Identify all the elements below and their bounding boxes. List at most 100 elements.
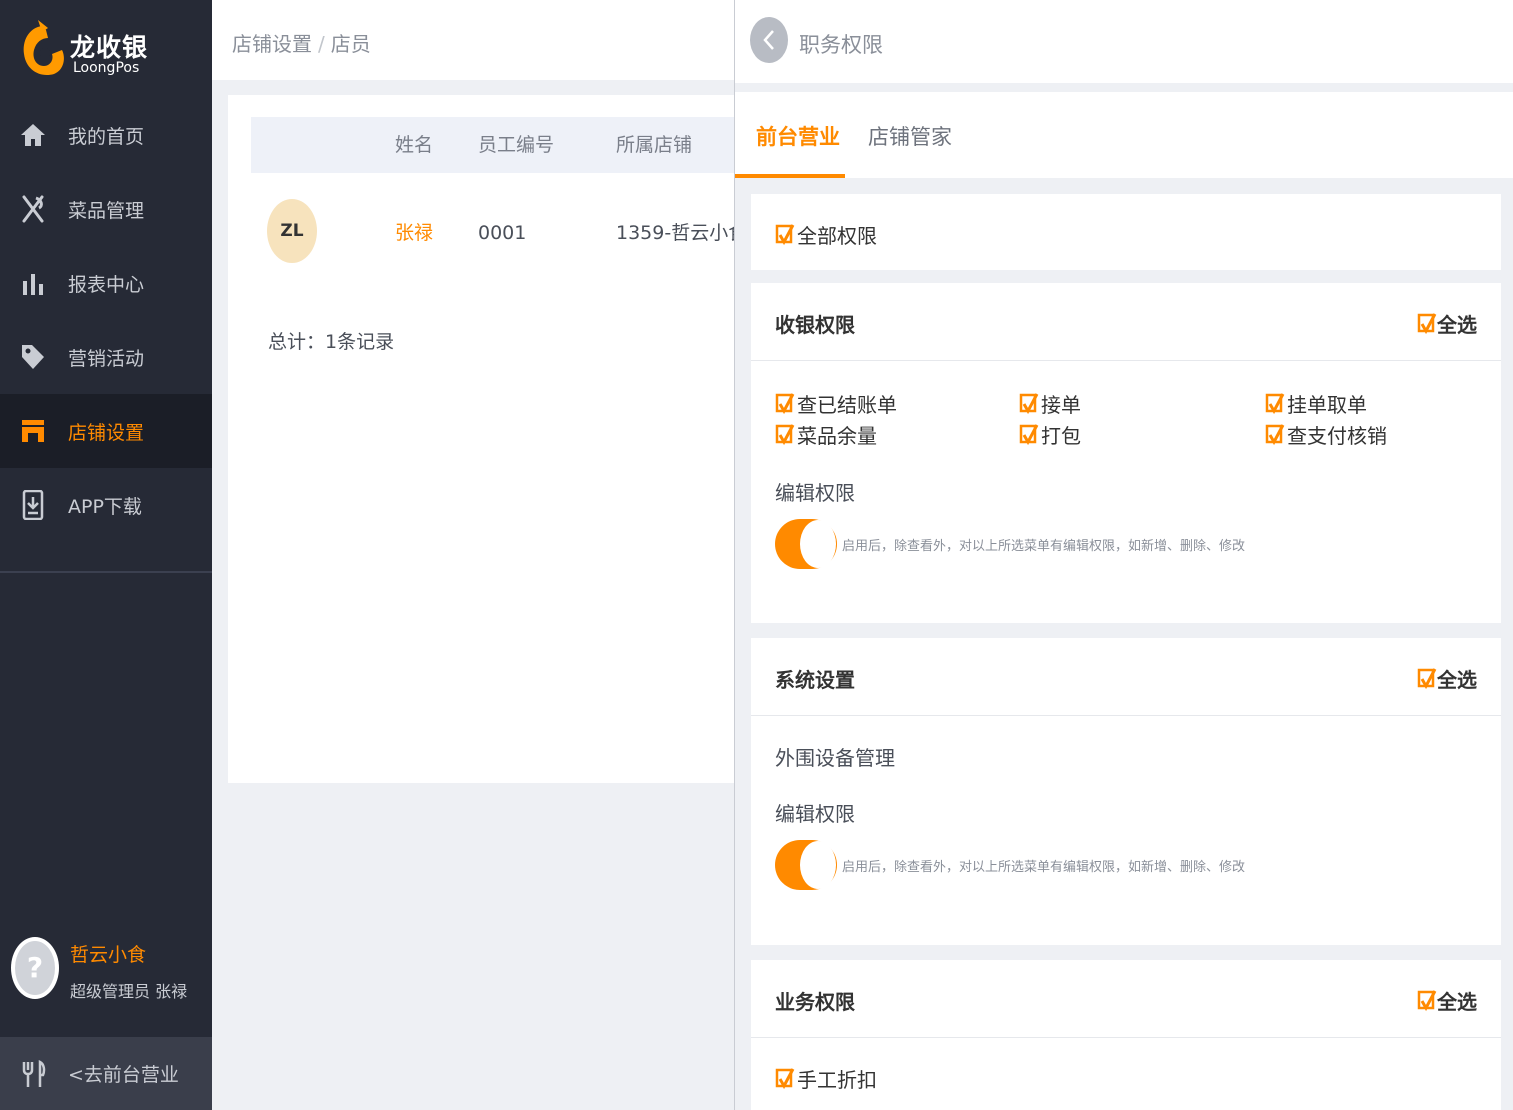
sidebar-item-app-download[interactable]: APP下载 [0,468,212,542]
edit-permission-toggle[interactable] [775,519,837,569]
all-permissions-checkbox[interactable]: 全部权限 [775,220,877,249]
panel-title: 职务权限 [799,33,883,57]
column-header-name: 姓名 [395,134,434,156]
permission-checkbox[interactable]: 打包 [1019,420,1081,449]
edit-permission-hint: 启用后，除查看外，对以上所选菜单有编辑权限，如新增、删除、修改 [842,539,1246,554]
sidebar-item-label: 我的首页 [68,125,145,148]
checkbox-checked-icon [1019,392,1039,414]
select-all-checkbox[interactable]: 全选 [1417,664,1477,693]
checkbox-checked-icon [775,1067,795,1089]
checkbox-checked-icon [775,423,795,445]
select-all-checkbox[interactable]: 全选 [1417,309,1477,338]
active-tab-indicator [735,174,845,178]
dragon-logo-icon [23,20,64,76]
section-title: 收银权限 [775,313,855,337]
brand-name-en: LoongPos [73,60,140,76]
sidebar-item-label: 店铺设置 [68,421,145,444]
sidebar-item-dishes[interactable]: 菜品管理 [0,172,212,246]
bar-chart-icon [0,271,68,295]
tab-store-manager[interactable]: 店铺管家 [868,121,952,151]
breadcrumb: 店铺设置 / 店员 [232,28,371,57]
home-icon [0,122,68,148]
permission-checkbox[interactable]: 挂单取单 [1265,389,1367,418]
edit-permission-toggle[interactable] [775,840,837,890]
peripheral-management-label: 外围设备管理 [775,746,895,770]
checkbox-checked-icon [1019,423,1039,445]
back-button[interactable] [750,17,788,63]
checkbox-checked-icon [1265,423,1285,445]
permission-checkbox[interactable]: 查已结账单 [775,389,897,418]
column-header-employee-id: 员工编号 [478,134,555,156]
panel-header: 职务权限 [735,0,1513,83]
profile-role: 超级管理员 张禄 [70,982,188,1001]
section-title: 系统设置 [775,668,855,692]
section-header: 系统设置 全选 [751,638,1501,716]
download-icon [0,490,68,520]
breadcrumb-parent[interactable]: 店铺设置 [232,32,312,56]
section-header: 收银权限 全选 [751,283,1501,361]
edit-permission-label: 编辑权限 [775,802,855,826]
select-all-checkbox[interactable]: 全选 [1417,986,1477,1015]
checkbox-label: 手工折扣 [797,1068,877,1092]
profile-store-name: 哲云小食 [70,944,147,966]
permission-checkbox[interactable]: 查支付核销 [1265,420,1387,449]
table-row[interactable]: ZL 张禄 0001 1359-哲云小食 [251,199,747,263]
checkbox-checked-icon [1417,667,1437,689]
checkbox-label: 接单 [1041,393,1081,417]
tag-icon [0,343,68,371]
sidebar-item-reports[interactable]: 报表中心 [0,246,212,320]
system-settings-box: 系统设置 全选 外围设备管理 编辑权限 启用后，除查看外，对以上所选菜单有编辑权… [751,638,1501,945]
section-title: 业务权限 [775,990,855,1014]
tab-front-business[interactable]: 前台营业 [756,121,840,151]
goto-front-button[interactable]: <去前台营业 [0,1037,212,1110]
sidebar-item-marketing[interactable]: 营销活动 [0,320,212,394]
sidebar-item-label: APP下载 [68,495,142,518]
permission-checkbox[interactable]: 接单 [1019,389,1081,418]
checkbox-label: 挂单取单 [1287,393,1367,417]
permission-checkbox[interactable]: 手工折扣 [775,1064,877,1093]
sidebar-item-label: 营销活动 [68,347,145,370]
sidebar-item-home[interactable]: 我的首页 [0,98,212,172]
staff-employee-id: 0001 [478,222,527,244]
table-header: 姓名 员工编号 所属店铺 [251,117,734,173]
column-header-store: 所属店铺 [616,134,693,156]
breadcrumb-current: 店员 [330,32,371,56]
cutlery-icon [0,195,68,223]
all-permissions-box: 全部权限 [751,194,1501,270]
checkbox-label: 全选 [1437,990,1477,1014]
permissions-panel: 职务权限 前台营业 店铺管家 全部权限 收银权限 全选 查已结账单 接单 挂单取… [734,0,1513,1110]
sidebar-item-label: 菜品管理 [68,199,145,222]
checkbox-label: 查已结账单 [797,393,897,417]
store-icon [0,419,68,443]
checkbox-label: 全部权限 [797,224,877,248]
staff-name[interactable]: 张禄 [395,205,433,261]
checkbox-checked-icon [775,392,795,414]
checkbox-label: 查支付核销 [1287,424,1387,448]
checkbox-checked-icon [775,223,795,245]
cashier-permissions-box: 收银权限 全选 查已结账单 接单 挂单取单 菜品余量 打包 查支付核销 编辑权限… [751,283,1501,623]
staff-avatar: ZL [267,199,317,263]
top-bar: 店铺设置 / 店员 [212,0,734,80]
goto-front-label: <去前台营业 [68,1064,179,1086]
section-header: 业务权限 全选 [751,960,1501,1038]
checkbox-checked-icon [1417,989,1437,1011]
checkbox-label: 菜品余量 [797,424,877,448]
sidebar: 龙收银 LoongPos 我的首页 菜品管理 报表中心 营销活动 店铺设置 AP… [0,0,212,1110]
permission-tabs: 前台营业 店铺管家 [735,92,1513,178]
edit-permission-hint: 启用后，除查看外，对以上所选菜单有编辑权限，如新增、删除、修改 [842,860,1246,875]
staff-store: 1359-哲云小食 [616,222,748,244]
permission-checkbox[interactable]: 菜品余量 [775,420,877,449]
business-permissions-box: 业务权限 全选 手工折扣 [751,960,1501,1110]
user-profile[interactable]: ? 哲云小食 超级管理员 张禄 [0,930,212,1010]
checkbox-checked-icon [1417,312,1437,334]
svg-text:?: ? [27,951,43,984]
sidebar-divider [0,571,212,573]
toggle-knob [800,841,836,889]
sidebar-nav: 我的首页 菜品管理 报表中心 营销活动 店铺设置 APP下载 [0,98,212,542]
logo: 龙收银 LoongPos [18,14,198,84]
sidebar-item-label: 报表中心 [68,273,145,296]
checkbox-label: 全选 [1437,313,1477,337]
toggle-knob [800,520,836,568]
fork-knife-icon [0,1059,68,1088]
sidebar-item-store-settings[interactable]: 店铺设置 [0,394,212,468]
